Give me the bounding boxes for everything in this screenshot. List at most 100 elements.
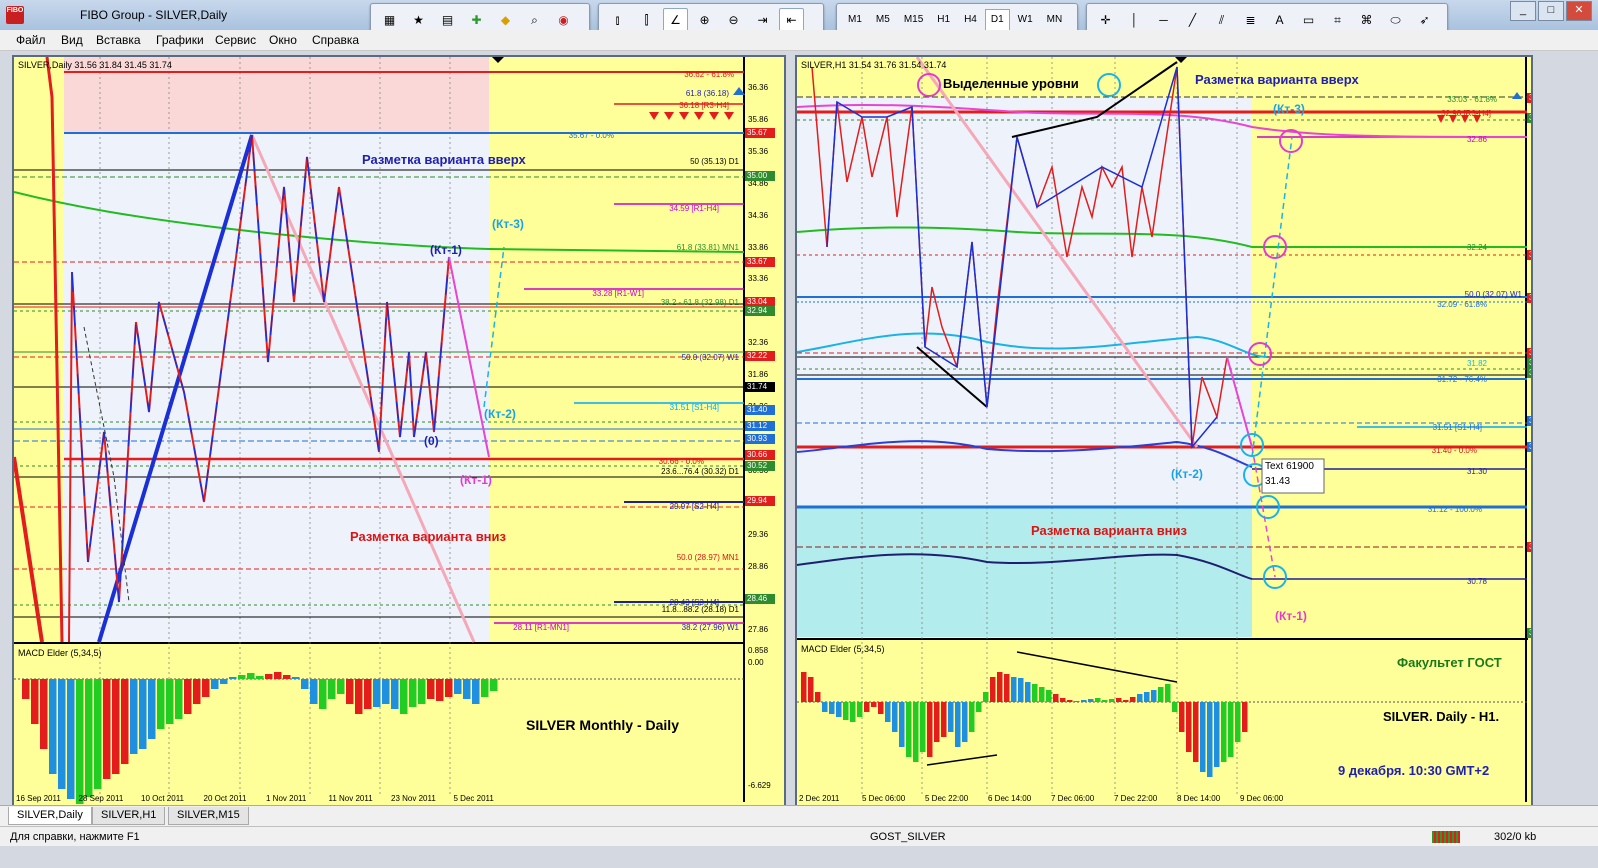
label-icon[interactable]: ▭ [1296,8,1321,32]
crosshair-icon[interactable]: ✛ [1093,8,1118,32]
profiles-icon[interactable]: ▦ [377,8,402,32]
macd-bar [1088,699,1094,702]
alert-icon[interactable]: ◆ [493,8,518,32]
close-button[interactable]: ✕ [1566,1,1592,21]
menu-help[interactable]: Справка [312,33,359,47]
candlestick-icon[interactable]: ⫿ [634,8,659,32]
price-marker: 28.46 [745,594,775,604]
price-tick: 32.80 [1531,123,1533,132]
price-marker: 30.52 [1527,628,1531,638]
level-label: 31.72 - 76.4% [1437,375,1487,384]
macd-bar [892,702,898,732]
macd-bar [1123,700,1129,702]
price-marker: 33.04 [1527,93,1531,103]
macd-bar [1060,698,1066,702]
desktop-strip [0,846,1598,868]
arrows-icon[interactable]: ➶ [1412,8,1437,32]
macd-bar [983,692,989,702]
favorites-icon[interactable]: ★ [406,8,431,32]
vertical-line-icon[interactable]: │ [1122,8,1147,32]
tooltip-line2: 31.43 [1265,476,1291,487]
macd-bar [58,679,66,789]
fibo-time-icon[interactable]: ⌘ [1354,8,1379,32]
level-label: 33.03 - 61.8% [1447,95,1497,104]
chart-caption: SILVER. Daily - H1. [1383,709,1500,724]
macd-bar [829,702,835,714]
wave-label-zero: (0) [424,434,439,448]
macd-bar [1102,700,1108,702]
connection-icon [1432,831,1460,843]
level-label: 50.0 (28.97) MN1 [676,553,739,562]
macd-bar [85,679,93,797]
timeframe-m5[interactable]: M5 [870,9,896,31]
maximize-button[interactable]: □ [1538,1,1564,21]
price-tick: 29.36 [748,529,769,539]
timeframe-m15[interactable]: M15 [898,9,929,31]
chart-window-daily[interactable]: SILVER,Daily 31.56 31.84 31.45 31.74 Раз… [12,55,786,809]
history-icon[interactable]: ⌕ [522,8,547,32]
macd-bar [1046,690,1052,702]
tab-silver-h1[interactable]: SILVER,H1 [92,807,166,825]
new-order-icon[interactable]: ✚ [464,8,489,32]
line-chart-icon[interactable]: ∠ [663,8,688,32]
timeframe-d1[interactable]: D1 [984,9,1010,31]
macd-bar [1004,674,1010,702]
minimize-button[interactable]: _ [1510,1,1536,21]
macd-bar [1172,702,1178,712]
level-label: 61.8 (33.81) MN1 [676,243,739,252]
macd-bar [836,702,842,717]
timeframe-m1[interactable]: M1 [842,9,868,31]
macd-bar [1137,694,1143,702]
chart-window-h1[interactable]: SILVER,H1 31.54 31.76 31.54 31.74 Выделе… [795,55,1533,809]
macd-bar [878,702,884,714]
price-marker: 32.30 [1527,250,1531,260]
wave-label-kt3: (Кт-3) [492,217,524,231]
price-marker: 32.94 [1527,113,1531,123]
strategy-tester-icon[interactable]: ◉ [551,8,576,32]
menu-file[interactable]: Файл [16,33,46,47]
menu-charts[interactable]: Графики [156,33,204,47]
price-tick: 31.90 [1531,315,1533,324]
tab-silver-daily[interactable]: SILVER,Daily [8,807,92,825]
macd-bar [885,702,891,722]
macd-bar [1053,694,1059,702]
price-tick: 33.10 [1531,59,1533,68]
menu-view[interactable]: Вид [61,33,83,47]
timeframe-w1[interactable]: W1 [1012,9,1039,31]
zoom-in-icon[interactable]: ⊕ [692,8,717,32]
timeframe-h1[interactable]: H1 [931,9,956,31]
text-icon[interactable]: A [1267,8,1292,32]
date-tick: 11 Nov 2011 [328,794,373,803]
zoom-out-icon[interactable]: ⊖ [721,8,746,32]
ellipse-icon[interactable]: ⬭ [1383,8,1408,32]
macd-bar [969,702,975,732]
macd-bar [1130,697,1136,702]
autoscroll-icon[interactable]: ⇥ [750,8,775,32]
fibonacci-icon[interactable]: ≣ [1238,8,1263,32]
navigator-icon[interactable]: ▤ [435,8,460,32]
macd-header: MACD Elder (5,34,5) [801,644,885,654]
price-tick: 32.65 [1531,155,1533,164]
macd-bar [1158,687,1164,702]
menu-insert[interactable]: Вставка [96,33,141,47]
price-marker: 35.67 [745,128,775,138]
fibo-fan-icon[interactable]: ⌗ [1325,8,1350,32]
macd-bar [927,702,933,757]
macd-bar [238,675,246,679]
timeframe-h4[interactable]: H4 [958,9,983,31]
menu-tools[interactable]: Сервис [215,33,256,47]
trendline-icon[interactable]: ╱ [1180,8,1205,32]
chart-header: SILVER,Daily 31.56 31.84 31.45 31.74 [18,60,172,70]
tab-silver-m15[interactable]: SILVER,M15 [168,807,249,825]
macd-bar [184,679,192,714]
level-label: 11.8...88.2 (28.18) D1 [661,605,739,614]
horizontal-line-icon[interactable]: ─ [1151,8,1176,32]
level-label: 31.51 [S1-H4] [669,403,719,412]
channel-icon[interactable]: ⫽ [1209,8,1234,32]
wave-label-kt1-bottom: (Кт-1) [460,473,492,487]
menu-window[interactable]: Окно [269,33,297,47]
bar-chart-icon[interactable]: ⫾ [605,8,630,32]
timeframe-mn[interactable]: MN [1041,9,1069,31]
chart-shift-icon[interactable]: ⇤ [779,8,804,32]
macd-tick: 0.00 [1531,698,1533,707]
